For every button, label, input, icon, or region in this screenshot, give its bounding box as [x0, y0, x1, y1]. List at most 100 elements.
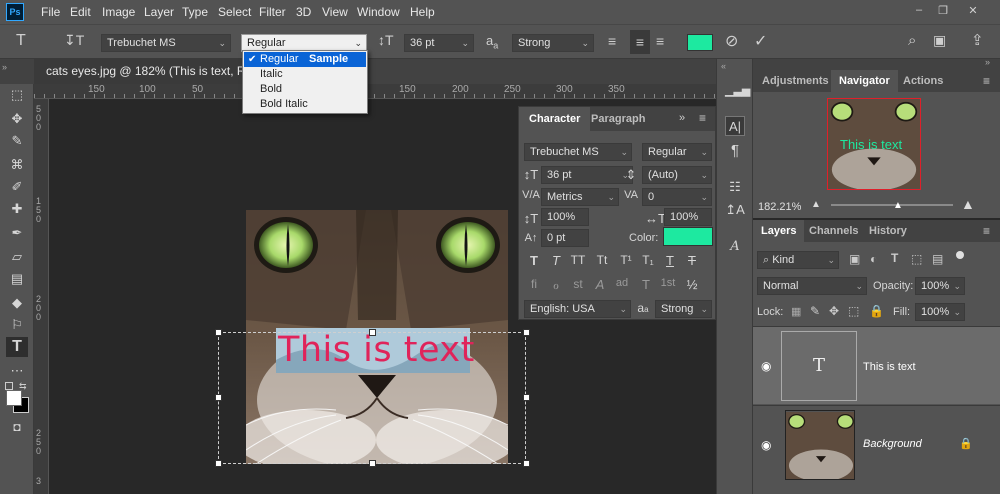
transform-handle[interactable]	[215, 460, 222, 467]
dropdown-item-italic[interactable]: Italic	[244, 67, 366, 82]
superscript-icon[interactable]: T¹	[617, 253, 635, 267]
search-icon[interactable]: ⌕	[908, 32, 916, 49]
properties-icon[interactable]: ☷	[725, 177, 745, 197]
font-size-select[interactable]: 36 pt ⌄	[404, 34, 474, 52]
transform-handle[interactable]	[523, 329, 530, 336]
old-style-icon[interactable]: ℴ	[547, 277, 565, 293]
visibility-eye-icon[interactable]: ◉	[761, 438, 771, 452]
collapse-panel-icon[interactable]: »	[679, 112, 685, 124]
faux-bold-icon[interactable]: T	[525, 253, 543, 268]
tab-channels[interactable]: Channels	[801, 220, 867, 242]
char-antialias-select[interactable]: Strong ⌄	[655, 300, 712, 318]
tab-history[interactable]: History	[861, 220, 915, 242]
fractions-icon[interactable]: ½	[683, 277, 701, 292]
blur-tool-icon[interactable]: ◆	[6, 293, 28, 313]
filter-smart-object-icon[interactable]: ▤	[932, 252, 943, 266]
paragraph-panel-icon[interactable]: ¶	[725, 141, 745, 161]
collapse-arrows-icon[interactable]: «	[721, 61, 726, 71]
panel-menu-icon[interactable]: ≡	[699, 111, 706, 125]
zoom-slider-track[interactable]	[831, 204, 953, 206]
move-tool-icon[interactable]: ✥	[6, 109, 28, 129]
dodge-tool-icon[interactable]: ⚐	[6, 315, 28, 335]
filter-pixel-icon[interactable]: ▣	[849, 252, 860, 266]
menu-edit[interactable]: Edit	[70, 5, 91, 19]
menu-view[interactable]: View	[322, 5, 348, 19]
dropdown-item-bold[interactable]: Bold	[244, 82, 366, 97]
titling-alternates-icon[interactable]: T	[637, 277, 655, 292]
tab-actions[interactable]: Actions	[895, 70, 951, 92]
restore-icon[interactable]: ❐	[932, 4, 954, 20]
transform-handle[interactable]	[523, 460, 530, 467]
subscript-icon[interactable]: T₁	[639, 253, 657, 267]
transform-handle[interactable]	[369, 460, 376, 467]
align-right-icon[interactable]: ≡	[656, 33, 664, 49]
layer-name[interactable]: This is text	[863, 361, 916, 373]
share-icon[interactable]: ⇪	[971, 31, 984, 49]
char-leading-field[interactable]: (Auto) ⌄	[642, 166, 712, 184]
lock-transparent-icon[interactable]: ▦	[791, 305, 801, 318]
menu-3d[interactable]: 3D	[296, 5, 311, 19]
close-icon[interactable]: ✕	[962, 4, 984, 20]
collapse-arrows-icon[interactable]: »	[985, 57, 990, 67]
brush-tool-icon[interactable]: ✒	[6, 223, 28, 243]
dropdown-item-bold-italic[interactable]: Bold Italic	[244, 97, 366, 112]
filter-toggle-icon[interactable]	[956, 251, 964, 259]
antialias-select[interactable]: Strong ⌄	[512, 34, 594, 52]
menu-layer[interactable]: Layer	[144, 5, 174, 19]
menu-filter[interactable]: Filter	[259, 5, 286, 19]
small-caps-icon[interactable]: Tt	[593, 253, 611, 267]
transform-bounding-box[interactable]	[218, 332, 526, 464]
char-tracking-field[interactable]: 0 ⌄	[642, 188, 712, 206]
zoom-slider-thumb[interactable]: ▲	[893, 200, 903, 211]
ligatures-icon[interactable]: fi	[525, 277, 543, 291]
layer-row-background[interactable]: ◉ Background 🔒	[753, 405, 1000, 483]
menu-help[interactable]: Help	[410, 5, 435, 19]
underline-icon[interactable]: T	[661, 253, 679, 268]
swash-icon[interactable]: A	[591, 277, 609, 292]
align-left-icon[interactable]: ≡	[608, 33, 616, 49]
tab-adjustments[interactable]: Adjustments	[754, 70, 837, 92]
gradient-tool-icon[interactable]: ▤	[6, 269, 28, 289]
menu-image[interactable]: Image	[102, 5, 135, 19]
menu-file[interactable]: File	[41, 5, 60, 19]
strikethrough-icon[interactable]: T	[683, 253, 701, 268]
text-color-swatch[interactable]	[687, 34, 713, 51]
char-size-field[interactable]: 36 pt ⌄	[541, 166, 633, 184]
zoom-in-icon[interactable]: ▲	[961, 196, 975, 212]
type-tool-icon[interactable]: T	[6, 337, 28, 357]
default-colors-icon[interactable]	[5, 382, 13, 390]
align-center-icon[interactable]: ≡	[630, 30, 650, 54]
language-select[interactable]: English: USA ⌄	[524, 300, 631, 318]
navigator-thumbnail[interactable]: This is text	[827, 98, 921, 190]
quick-select-tool-icon[interactable]: ✎	[6, 131, 28, 151]
tab-character[interactable]: Character	[519, 107, 591, 131]
menu-window[interactable]: Window	[357, 5, 400, 19]
lock-position-icon[interactable]: ✥	[829, 304, 839, 318]
healing-brush-tool-icon[interactable]: ✚	[6, 199, 28, 219]
char-color-swatch[interactable]	[663, 227, 713, 246]
eraser-tool-icon[interactable]: ▱	[6, 247, 28, 267]
blend-mode-select[interactable]: Normal ⌄	[757, 277, 867, 295]
char-font-family-select[interactable]: Trebuchet MS ⌄	[524, 143, 632, 161]
foreground-color-swatch[interactable]	[6, 390, 22, 406]
lock-image-icon[interactable]: ✎	[810, 304, 820, 318]
transform-handle[interactable]	[369, 329, 376, 336]
ordinals-icon[interactable]: 1st	[659, 277, 677, 289]
menu-type[interactable]: Type	[182, 5, 208, 19]
menu-select[interactable]: Select	[218, 5, 251, 19]
quick-mask-icon[interactable]: ◘	[6, 417, 28, 437]
filter-adjustment-icon[interactable]: ◐	[870, 252, 877, 266]
type-tool-preset-icon[interactable]: T	[16, 32, 26, 50]
commit-check-icon[interactable]: ✓	[754, 31, 767, 51]
glyphs-icon[interactable]: A	[725, 237, 745, 257]
zoom-level[interactable]: 182.21%	[758, 201, 801, 213]
lock-artboard-icon[interactable]: ⬚	[848, 304, 859, 318]
zoom-out-icon[interactable]: ▲	[811, 199, 821, 210]
panel-menu-icon[interactable]: ≡	[983, 224, 990, 238]
layer-name[interactable]: Background	[863, 438, 922, 450]
histogram-icon[interactable]: ▁▃▅	[725, 81, 750, 101]
document-tab[interactable]: cats eyes.jpg @ 182% (This is text, RGB	[34, 59, 242, 84]
opacity-field[interactable]: 100% ⌄	[915, 277, 965, 295]
transform-handle[interactable]	[215, 394, 222, 401]
char-kerning-field[interactable]: Metrics ⌄	[541, 188, 619, 206]
